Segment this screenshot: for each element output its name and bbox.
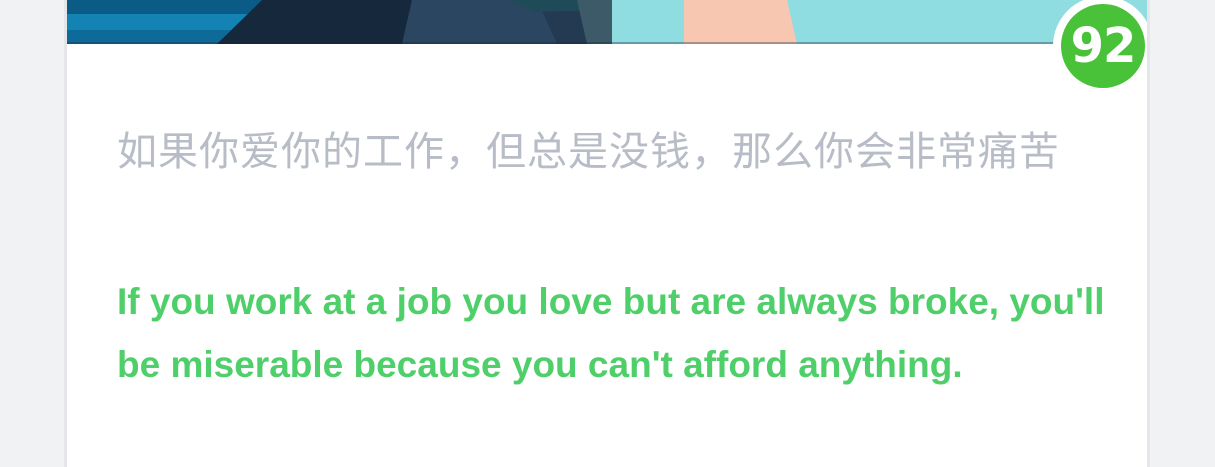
score-badge: 92 bbox=[1049, 0, 1147, 94]
illustration-banner bbox=[67, 0, 1147, 44]
score-value: 92 bbox=[1070, 18, 1137, 74]
chinese-sentence: 如果你爱你的工作，但总是没钱，那么你会非常痛苦 bbox=[117, 129, 1060, 175]
english-sentence: If you work at a job you love but are al… bbox=[117, 281, 1105, 385]
sentence-card: 92 如果你爱你的工作，但总是没钱，那么你会非常痛苦 If you work a… bbox=[64, 0, 1150, 467]
illustration-image bbox=[67, 0, 1147, 44]
